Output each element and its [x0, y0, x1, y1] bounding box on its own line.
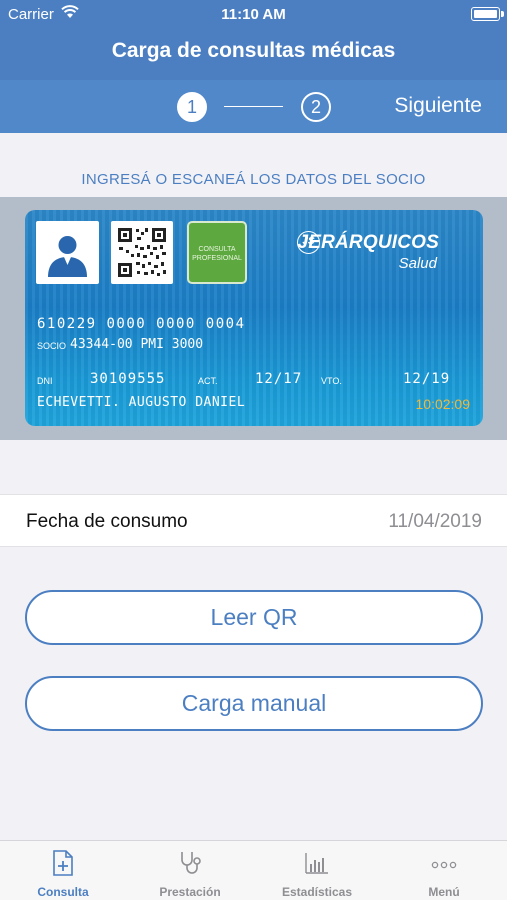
- step-1-indicator: 1: [177, 92, 207, 122]
- battery-icon: [471, 7, 504, 21]
- bar-chart-icon: [304, 849, 330, 877]
- top-header: Carrier 11:10 AM Carga de consultas médi…: [0, 0, 507, 133]
- tab-label: Estadísticas: [281, 885, 353, 899]
- next-button[interactable]: Siguiente: [394, 94, 482, 118]
- consumption-date-value[interactable]: 11/04/2019: [388, 511, 482, 533]
- more-icon: [431, 849, 457, 877]
- vto-value: 12/19: [403, 371, 451, 387]
- consumption-date-label: Fecha de consumo: [26, 511, 188, 532]
- tab-label: Prestación: [159, 885, 221, 899]
- member-card: CONSULTA PROFESIONAL JS JERÁRQUICOS Salu…: [25, 210, 483, 426]
- socio-value: 43344-00 PMI 3000: [70, 337, 204, 352]
- status-time: 11:10 AM: [221, 6, 286, 23]
- document-plus-icon: [50, 849, 76, 877]
- tab-prestacion[interactable]: Prestación: [127, 841, 253, 900]
- member-card-section: INGRESÁ O ESCANEÁ LOS DATOS DEL SOCIO CO…: [0, 133, 507, 440]
- brand-subtitle: Salud: [398, 255, 437, 272]
- instructions-text: INGRESÁ O ESCANEÁ LOS DATOS DEL SOCIO: [81, 171, 426, 188]
- avatar-icon: [36, 221, 99, 284]
- card-clock: 10:02:09: [415, 396, 471, 412]
- card-band: CONSULTA PROFESIONAL JS JERÁRQUICOS Salu…: [0, 197, 507, 440]
- page-title: Carga de consultas médicas: [111, 39, 396, 62]
- status-bar: Carrier 11:10 AM: [0, 0, 507, 28]
- step-2-indicator: 2: [301, 92, 331, 122]
- stethoscope-icon: [177, 849, 203, 877]
- vto-label: VTO.: [321, 376, 342, 386]
- step-connector: [224, 106, 283, 107]
- dni-label: DNI: [37, 376, 53, 386]
- tab-estadisticas[interactable]: Estadísticas: [254, 841, 380, 900]
- card-holder-name: ECHEVETTI. AUGUSTO DANIEL: [37, 395, 246, 410]
- dni-value: 30109555: [90, 371, 166, 387]
- card-number: 610229 0000 0000 0004: [37, 316, 246, 332]
- qr-code-icon: [111, 221, 173, 284]
- consulta-profesional-badge: CONSULTA PROFESIONAL: [187, 221, 247, 284]
- tab-bar: Consulta Prestación Estadísticas Menú: [0, 840, 507, 900]
- read-qr-button[interactable]: Leer QR: [25, 590, 483, 645]
- consumption-date-row[interactable]: Fecha de consumo 11/04/2019: [0, 494, 507, 547]
- manual-entry-button[interactable]: Carga manual: [25, 676, 483, 731]
- act-label: ACT.: [198, 376, 218, 386]
- tab-label: Menú: [428, 885, 460, 899]
- tab-consulta[interactable]: Consulta: [0, 841, 126, 900]
- tab-label: Consulta: [37, 885, 89, 899]
- brand-name: JERÁRQUICOS: [297, 232, 439, 253]
- stepper: 1 2 Siguiente: [0, 80, 507, 133]
- act-value: 12/17: [255, 371, 303, 387]
- socio-label: SOCIO: [37, 341, 67, 351]
- tab-menu[interactable]: Menú: [381, 841, 507, 900]
